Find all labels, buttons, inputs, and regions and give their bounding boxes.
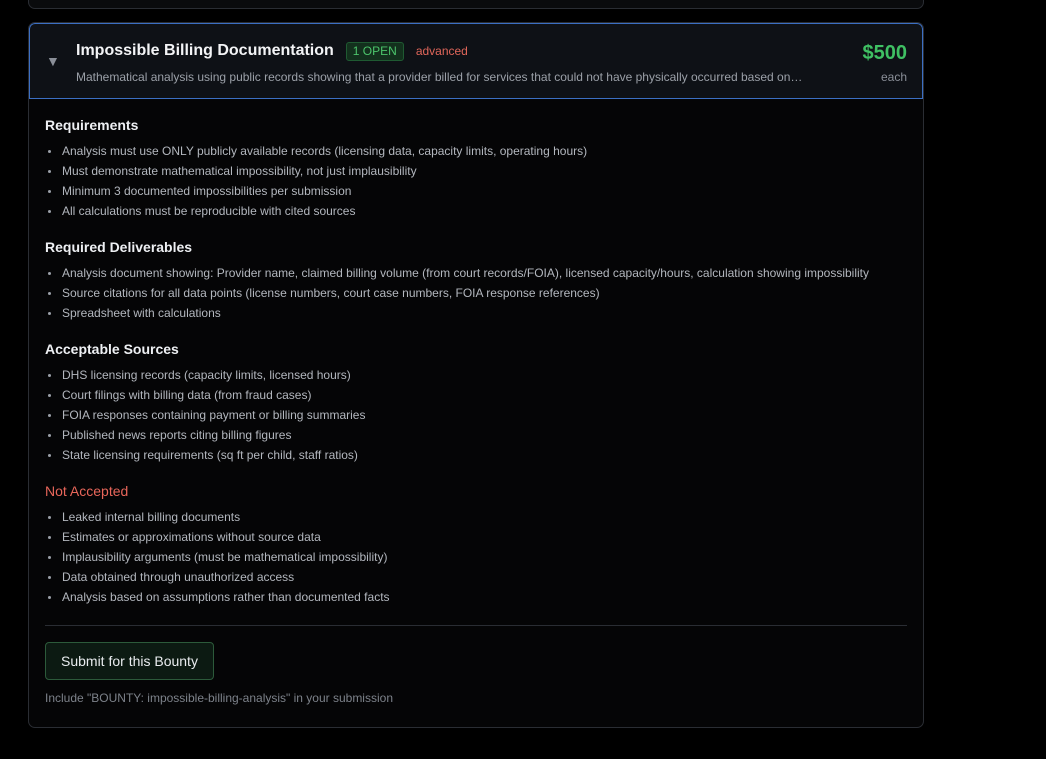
submit-bounty-button[interactable]: Submit for this Bounty [45, 642, 214, 680]
list-item: DHS licensing records (capacity limits, … [45, 365, 907, 385]
list-item: All calculations must be reproducible wi… [45, 201, 907, 221]
requirements-section: Requirements Analysis must use ONLY publ… [45, 115, 907, 221]
deliverables-list: Analysis document showing: Provider name… [45, 263, 907, 323]
sources-heading: Acceptable Sources [45, 341, 179, 357]
submission-hint: Include "BOUNTY: impossible-billing-anal… [45, 691, 393, 705]
title-row: Impossible Billing Documentation 1 OPEN … [76, 41, 468, 61]
list-item: Source citations for all data points (li… [45, 283, 907, 303]
list-item: Court filings with billing data (from fr… [45, 385, 907, 405]
list-item: Published news reports citing billing fi… [45, 425, 907, 445]
list-item: Leaked internal billing documents [45, 507, 907, 527]
list-item: State licensing requirements (sq ft per … [45, 445, 907, 465]
bounty-description: Mathematical analysis using public recor… [76, 70, 803, 84]
not-accepted-heading: Not Accepted [45, 483, 129, 499]
deliverables-heading: Required Deliverables [45, 239, 193, 255]
list-item: Implausibility arguments (must be mathem… [45, 547, 907, 567]
bounty-card: ▼ Impossible Billing Documentation 1 OPE… [28, 22, 924, 728]
list-item: Analysis document showing: Provider name… [45, 263, 907, 283]
list-item: FOIA responses containing payment or bil… [45, 405, 907, 425]
price-unit: each [880, 70, 907, 84]
divider [45, 625, 907, 626]
previous-bounty-card [28, 0, 924, 9]
sources-list: DHS licensing records (capacity limits, … [45, 365, 907, 465]
list-item: Analysis based on assumptions rather tha… [45, 587, 907, 607]
bounty-title: Impossible Billing Documentation [76, 42, 334, 59]
difficulty-badge: advanced [415, 43, 468, 58]
bounty-header[interactable]: ▼ Impossible Billing Documentation 1 OPE… [29, 23, 923, 99]
chevron-down-icon[interactable]: ▼ [46, 52, 60, 70]
list-item: Spreadsheet with calculations [45, 303, 907, 323]
open-count-badge: 1 OPEN [345, 41, 404, 61]
list-item: Must demonstrate mathematical impossibil… [45, 161, 907, 181]
bounty-price: $500 [862, 42, 908, 64]
bounty-details: Requirements Analysis must use ONLY publ… [45, 115, 907, 706]
requirements-list: Analysis must use ONLY publicly availabl… [45, 141, 907, 221]
list-item: Data obtained through unauthorized acces… [45, 567, 907, 587]
not-accepted-list: Leaked internal billing documents Estima… [45, 507, 907, 607]
list-item: Estimates or approximations without sour… [45, 527, 907, 547]
sources-section: Acceptable Sources DHS licensing records… [45, 339, 907, 465]
deliverables-section: Required Deliverables Analysis document … [45, 237, 907, 323]
list-item: Minimum 3 documented impossibilities per… [45, 181, 907, 201]
requirements-heading: Requirements [45, 117, 139, 133]
not-accepted-section: Not Accepted Leaked internal billing doc… [45, 481, 907, 607]
list-item: Analysis must use ONLY publicly availabl… [45, 141, 907, 161]
